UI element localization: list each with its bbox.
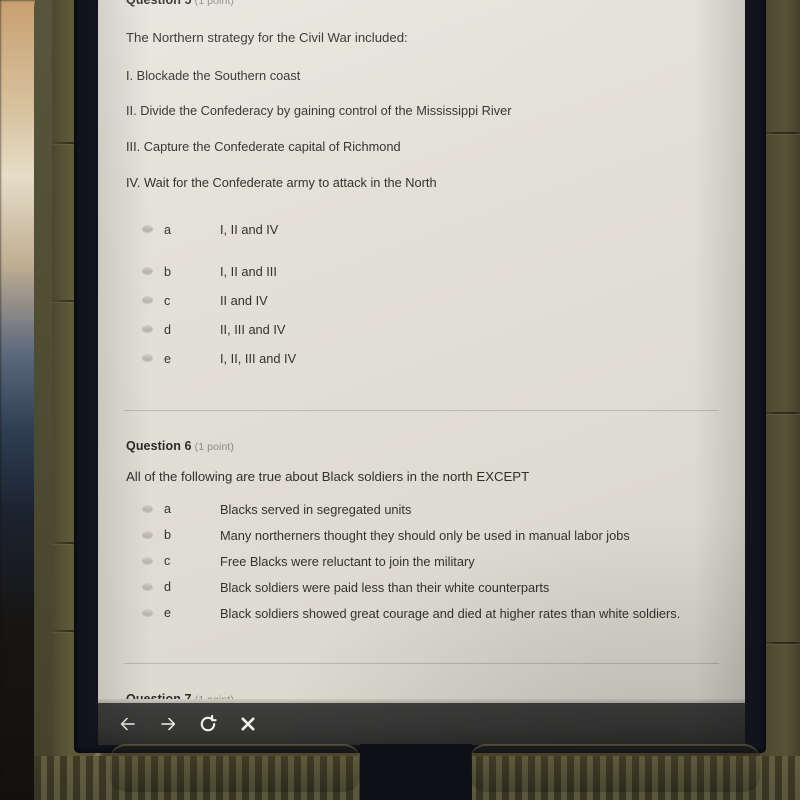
radio-button-icon[interactable] <box>142 556 153 566</box>
option-letter: d <box>164 580 172 595</box>
option-letter: b <box>164 264 172 279</box>
answer-option-row[interactable]: b I, II and III <box>142 264 717 279</box>
case-foot <box>110 744 360 792</box>
option-text: Blacks served in segregated units <box>220 501 412 517</box>
option-text: I, II and III <box>220 264 277 280</box>
question-number-label: Question 5 <box>126 0 192 7</box>
question-roman-item: III. Capture the Confederate capital of … <box>126 139 401 155</box>
option-text: I, II and IV <box>220 222 279 238</box>
browser-toolbar <box>98 703 745 745</box>
answer-option-row[interactable]: d II, III and IV <box>142 322 717 337</box>
radio-button-icon[interactable] <box>142 582 153 592</box>
answer-option-row[interactable]: c II and IV <box>142 293 717 308</box>
option-letter: e <box>164 351 172 366</box>
answer-option-row[interactable]: a I, II and IV <box>142 222 717 237</box>
radio-button-icon[interactable] <box>142 504 153 514</box>
case-right-rail <box>760 0 800 800</box>
answer-option-list: a Blacks served in segregated units b Ma… <box>126 502 717 621</box>
forward-arrow-icon[interactable] <box>156 712 180 736</box>
radio-button-icon[interactable] <box>142 225 153 235</box>
answer-option-list: a I, II and IV b I, II and III c II and … <box>126 222 717 366</box>
answer-option-row[interactable]: a Blacks served in segregated units <box>142 502 717 517</box>
question-roman-item: I. Blockade the Southern coast <box>126 67 301 83</box>
quiz-page: Question 5 (1 point) The Northern strateg… <box>98 0 745 740</box>
answer-option-row[interactable]: b Many northerners thought they should o… <box>142 528 717 543</box>
option-letter: c <box>164 293 171 308</box>
tablet-screen: Question 5 (1 point) The Northern strateg… <box>98 0 745 745</box>
option-text: Black soldiers showed great courage and … <box>220 605 681 621</box>
case-rail-seam <box>760 642 800 644</box>
question-header: Question 5 (1 point) <box>126 0 717 7</box>
option-letter: c <box>164 554 171 569</box>
answer-option-row[interactable]: e I, II, III and IV <box>142 351 717 366</box>
radio-button-icon[interactable] <box>142 354 153 364</box>
reload-icon[interactable] <box>196 712 220 736</box>
radio-button-icon[interactable] <box>142 608 153 618</box>
radio-button-icon[interactable] <box>142 530 153 540</box>
case-rail-seam <box>760 132 800 134</box>
option-text: II, III and IV <box>220 322 286 338</box>
option-letter: d <box>164 322 172 337</box>
close-icon[interactable] <box>236 712 260 736</box>
answer-option-row[interactable]: c Free Blacks were reluctant to join the… <box>142 554 717 569</box>
option-letter: b <box>164 528 172 543</box>
option-letter: a <box>164 222 172 237</box>
back-arrow-icon[interactable] <box>116 712 140 736</box>
radio-button-icon[interactable] <box>142 325 153 335</box>
option-letter: a <box>164 502 172 517</box>
photograph-scene: Question 5 (1 point) The Northern strateg… <box>0 0 800 800</box>
answer-option-row[interactable]: e Black soldiers showed great courage an… <box>142 606 717 621</box>
case-bottom-notch <box>360 744 472 800</box>
option-text: I, II, III and IV <box>220 351 297 367</box>
case-rail-seam <box>760 412 800 414</box>
radio-button-icon[interactable] <box>142 296 153 306</box>
question-number-label: Question 6 <box>126 439 192 454</box>
question-block: Question 5 (1 point) The Northern strateg… <box>108 0 735 366</box>
question-header: Question 6 (1 point) <box>126 439 717 453</box>
answer-option-row[interactable]: d Black soldiers were paid less than the… <box>142 580 717 595</box>
option-text: II and IV <box>220 293 268 309</box>
question-stem: The Northern strategy for the Civil War … <box>126 30 408 45</box>
option-text: Free Blacks were reluctant to join the m… <box>220 553 475 569</box>
case-foot <box>470 744 760 792</box>
option-letter: e <box>164 606 172 621</box>
option-text: Many northerners thought they should onl… <box>220 527 630 543</box>
question-stem: All of the following are true about Blac… <box>126 469 530 485</box>
option-text: Black soldiers were paid less than their… <box>220 579 550 595</box>
question-points-label: (1 point) <box>194 0 235 7</box>
question-block: Question 6 (1 point) All of the following… <box>108 411 735 621</box>
question-points-label: (1 point) <box>194 441 235 454</box>
question-roman-item: IV. Wait for the Confederate army to att… <box>126 175 437 191</box>
radio-button-icon[interactable] <box>142 267 153 277</box>
question-roman-item: II. Divide the Confederacy by gaining co… <box>126 103 512 119</box>
